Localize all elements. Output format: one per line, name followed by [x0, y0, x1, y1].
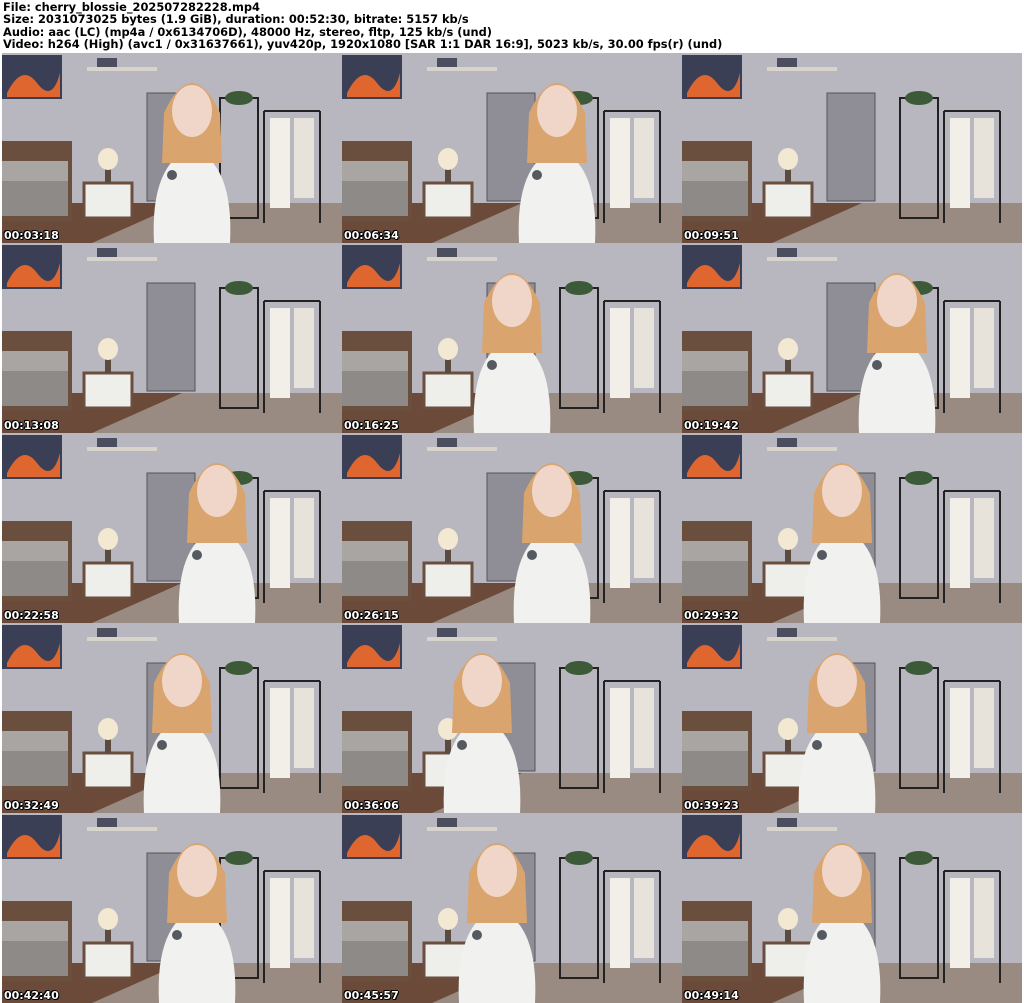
timestamp-label: 00:19:42 [684, 419, 739, 432]
scene-image [682, 53, 1022, 243]
scene-image [682, 243, 1022, 433]
video-thumbnail[interactable]: 00:09:51 [682, 53, 1022, 243]
video-thumbnail[interactable]: 00:06:34 [342, 53, 682, 243]
scene-image [2, 53, 342, 243]
file-info-header: File: cherry_blossie_202507282228.mp4 Siz… [3, 1, 722, 51]
timestamp-label: 00:13:08 [4, 419, 59, 432]
scene-image [682, 813, 1022, 1003]
scene-image [2, 623, 342, 813]
scene-image [2, 243, 342, 433]
timestamp-label: 00:29:32 [684, 609, 739, 622]
video-thumbnail[interactable]: 00:49:14 [682, 813, 1022, 1003]
timestamp-label: 00:03:18 [4, 229, 59, 242]
video-thumbnail[interactable]: 00:16:25 [342, 243, 682, 433]
scene-image [342, 623, 682, 813]
video-thumbnail[interactable]: 00:19:42 [682, 243, 1022, 433]
video-thumbnail[interactable]: 00:03:18 [2, 53, 342, 243]
timestamp-label: 00:16:25 [344, 419, 399, 432]
timestamp-label: 00:06:34 [344, 229, 399, 242]
scene-image [342, 53, 682, 243]
file-size-line: Size: 2031073025 bytes (1.9 GiB), durati… [3, 12, 469, 27]
timestamp-label: 00:36:06 [344, 799, 399, 812]
video-thumbnail[interactable]: 00:32:49 [2, 623, 342, 813]
scene-image [342, 433, 682, 623]
scene-image [682, 433, 1022, 623]
video-thumbnail[interactable]: 00:29:32 [682, 433, 1022, 623]
video-thumbnail[interactable]: 00:36:06 [342, 623, 682, 813]
scene-image [342, 813, 682, 1003]
video-info-line: Video: h264 (High) (avc1 / 0x31637661), … [3, 37, 723, 52]
timestamp-label: 00:49:14 [684, 989, 739, 1002]
video-thumbnail[interactable]: 00:42:40 [2, 813, 342, 1003]
timestamp-label: 00:26:15 [344, 609, 399, 622]
timestamp-label: 00:32:49 [4, 799, 59, 812]
timestamp-label: 00:09:51 [684, 229, 739, 242]
video-thumbnail[interactable]: 00:22:58 [2, 433, 342, 623]
timestamp-label: 00:45:57 [344, 989, 399, 1002]
timestamp-label: 00:39:23 [684, 799, 739, 812]
video-thumbnail[interactable]: 00:45:57 [342, 813, 682, 1003]
timestamp-label: 00:22:58 [4, 609, 59, 622]
scene-image [2, 813, 342, 1003]
video-thumbnail[interactable]: 00:26:15 [342, 433, 682, 623]
thumbnail-grid: 00:03:18 00:06:34 00:09:51 00:13:08 00:1… [2, 53, 1022, 1003]
timestamp-label: 00:42:40 [4, 989, 59, 1002]
video-thumbnail[interactable]: 00:39:23 [682, 623, 1022, 813]
scene-image [682, 623, 1022, 813]
scene-image [342, 243, 682, 433]
video-thumbnail[interactable]: 00:13:08 [2, 243, 342, 433]
scene-image [2, 433, 342, 623]
